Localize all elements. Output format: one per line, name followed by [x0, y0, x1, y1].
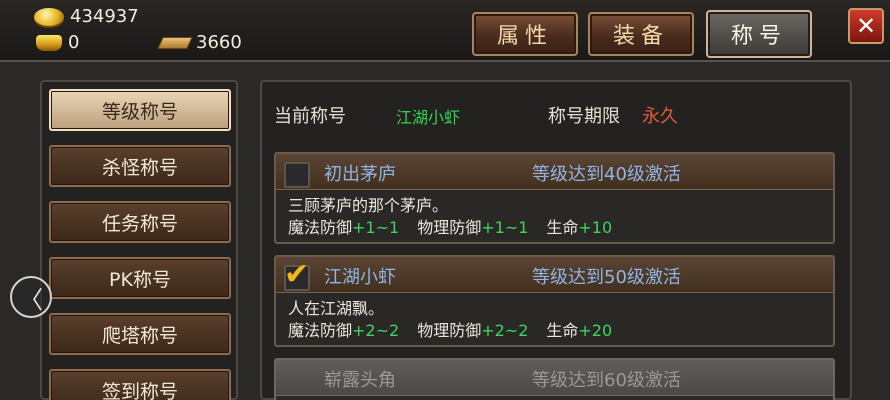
- title-period-label: 称号期限: [548, 106, 620, 127]
- stat-value: +1~1: [352, 218, 400, 237]
- stat-value: +10: [578, 218, 613, 237]
- category-kill-titles[interactable]: 杀怪称号: [49, 145, 231, 187]
- close-icon: ✕: [855, 12, 877, 40]
- gold-ingot-icon: [36, 34, 62, 51]
- current-title-label: 当前称号: [274, 106, 346, 127]
- chevron-left-icon: 〈: [19, 285, 43, 314]
- title-checkbox[interactable]: [284, 162, 310, 188]
- checkmark-icon: ✔: [284, 257, 310, 292]
- current-title-value: 江湖小虾: [396, 108, 461, 127]
- title-checkbox[interactable]: ✔: [284, 257, 310, 292]
- title-stats: 魔法防御+2~2 物理防御+2~2 生命+20: [288, 317, 612, 341]
- title-card[interactable]: 初出茅庐 等级达到40级激活 三顾茅庐的那个茅庐。 魔法防御+1~1 物理防御+1…: [274, 152, 835, 244]
- prev-arrow-button[interactable]: 〈: [10, 276, 52, 318]
- title-card-header: 初出茅庐 等级达到40级激活: [276, 154, 833, 190]
- stat-value: +2~2: [352, 321, 400, 340]
- stat-label: 物理防御: [417, 218, 482, 237]
- title-name: 初出茅庐: [324, 164, 396, 185]
- title-period-value: 永久: [642, 106, 678, 127]
- tab-equipment[interactable]: 装备: [588, 12, 694, 56]
- title-card[interactable]: ✔ 江湖小虾 等级达到50级激活 人在江湖飘。 魔法防御+2~2 物理防御+2~2…: [274, 255, 835, 347]
- title-description: 人在江湖飘。: [288, 299, 385, 318]
- gold-amount: 434937: [70, 6, 139, 27]
- title-stats: 魔法防御+1~1 物理防御+1~1 生命+10: [288, 214, 612, 238]
- gold-counter: 434937: [34, 6, 139, 27]
- scroll-icon: [157, 36, 193, 49]
- stat-label: 魔法防御: [288, 218, 353, 237]
- category-tower-titles[interactable]: 爬塔称号: [49, 313, 231, 355]
- title-card-header: ✔ 江湖小虾 等级达到50级激活: [276, 257, 833, 293]
- category-checkin-titles[interactable]: 签到称号: [49, 369, 231, 400]
- stat-value: +20: [578, 321, 613, 340]
- stat-label: 魔法防御: [288, 321, 353, 340]
- category-quest-titles[interactable]: 任务称号: [49, 201, 231, 243]
- title-condition: 等级达到60级激活: [532, 370, 681, 391]
- title-description: 三顾茅庐的那个茅庐。: [288, 196, 449, 215]
- stat-value: +1~1: [481, 218, 529, 237]
- gold-coins-icon: [34, 7, 64, 26]
- tab-titles[interactable]: 称号: [706, 10, 812, 58]
- scroll-amount: 3660: [196, 32, 242, 53]
- title-condition: 等级达到40级激活: [532, 164, 681, 185]
- title-name: 崭露头角: [324, 370, 396, 391]
- category-level-titles[interactable]: 等级称号: [49, 89, 231, 131]
- top-bar: 434937 0 3660 属性 装备 称号 ✕: [0, 0, 890, 60]
- ingot-amount: 0: [68, 32, 80, 53]
- close-button[interactable]: ✕: [848, 8, 884, 44]
- stat-label: 物理防御: [417, 321, 482, 340]
- tab-attributes[interactable]: 属性: [472, 12, 578, 56]
- title-name: 江湖小虾: [324, 267, 396, 288]
- stat-value: +2~2: [481, 321, 529, 340]
- title-card[interactable]: 崭露头角 等级达到60级激活: [274, 358, 835, 400]
- category-pk-titles[interactable]: PK称号: [49, 257, 231, 299]
- title-card-header: 崭露头角 等级达到60级激活: [276, 360, 833, 396]
- ingot-counter: 0: [36, 32, 79, 53]
- title-condition: 等级达到50级激活: [532, 267, 681, 288]
- stat-label: 生命: [546, 218, 579, 237]
- stat-label: 生命: [546, 321, 579, 340]
- scroll-counter: 3660: [157, 32, 242, 53]
